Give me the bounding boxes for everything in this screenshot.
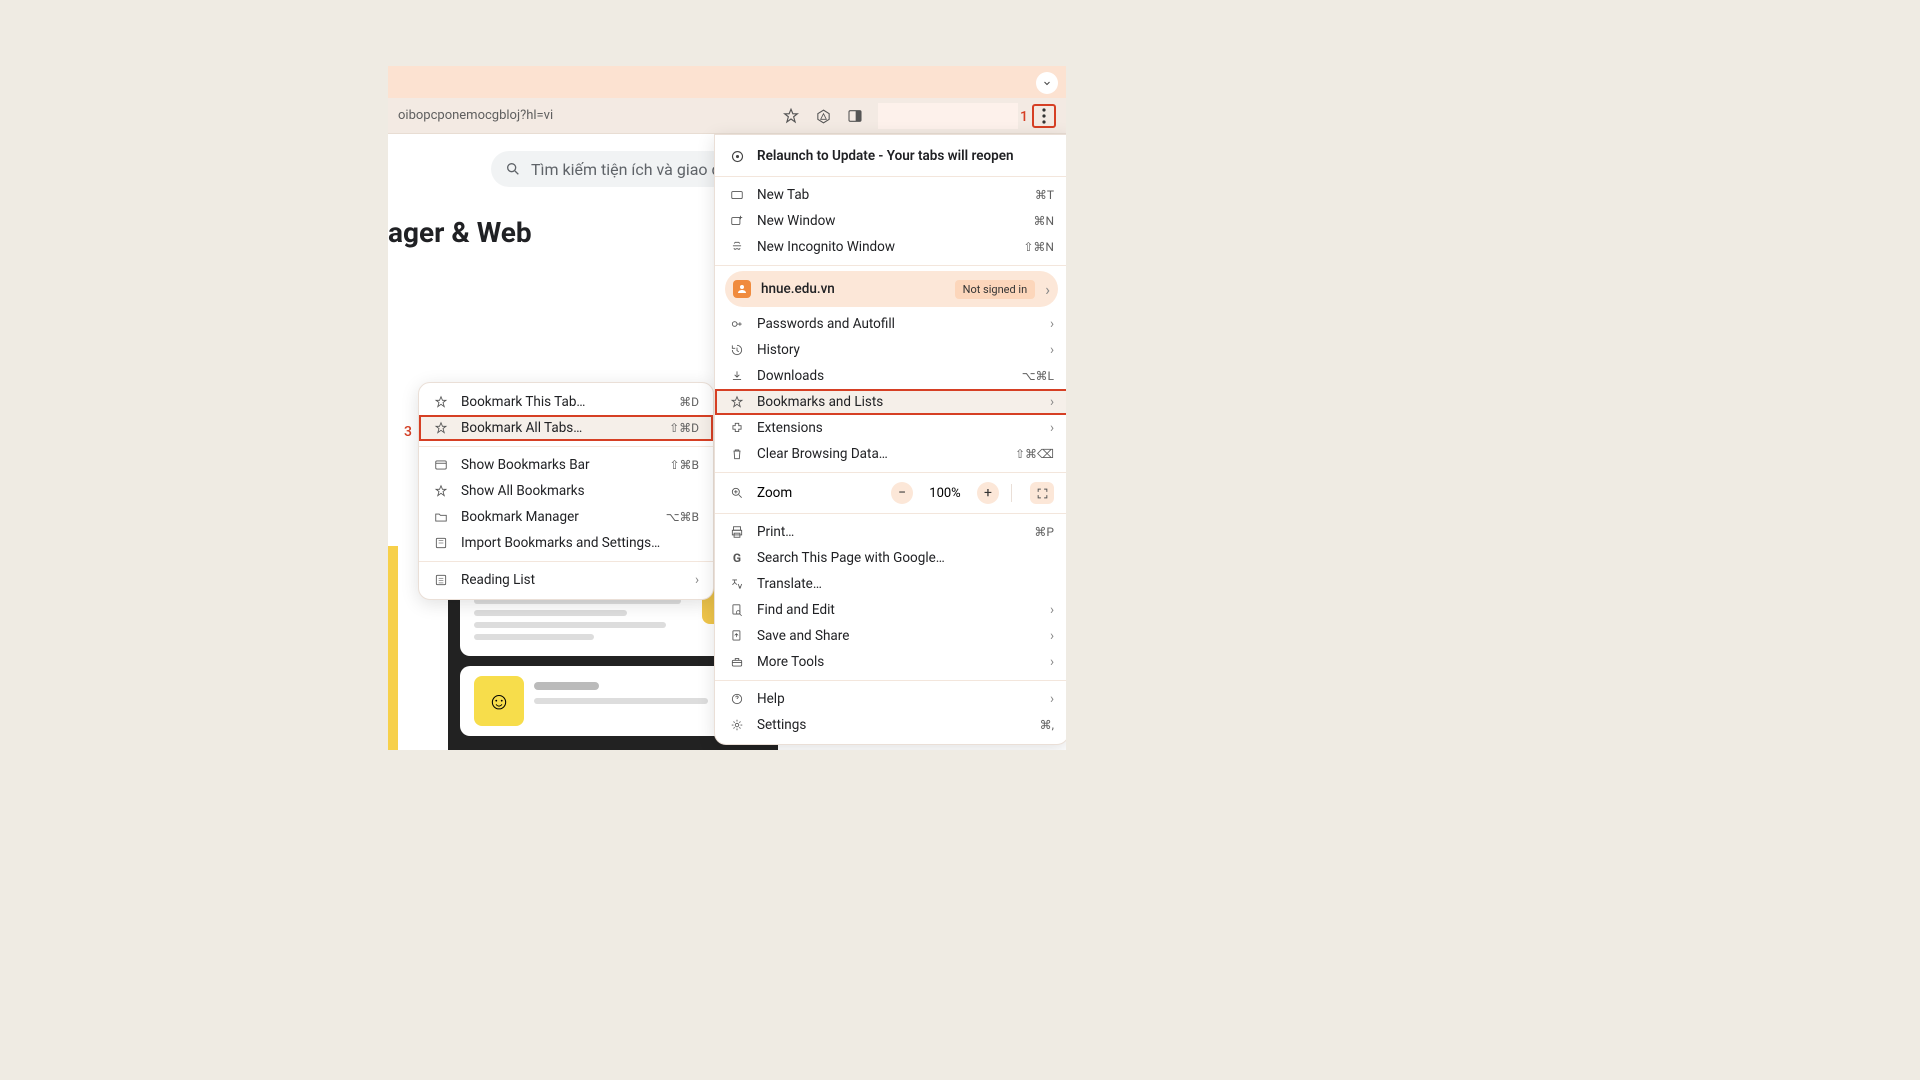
submenu-show-bookmarks-bar[interactable]: Show Bookmarks Bar ⇧⌘B	[419, 452, 713, 478]
menu-save-share[interactable]: Save and Share ›	[715, 623, 1066, 649]
window-icon	[433, 457, 449, 473]
key-icon	[729, 316, 745, 332]
search-icon	[505, 161, 521, 177]
person-icon	[733, 280, 751, 298]
share-icon	[729, 628, 745, 644]
help-icon	[729, 691, 745, 707]
chevron-right-icon: ›	[1050, 342, 1054, 358]
menu-find-edit[interactable]: Find and Edit ›	[715, 597, 1066, 623]
chevron-down-icon	[1041, 77, 1053, 89]
google-icon: G	[729, 550, 745, 566]
search-placeholder: Tìm kiếm tiện ích và giao di	[531, 160, 724, 179]
incognito-icon	[729, 239, 745, 255]
lens-icon[interactable]	[814, 107, 832, 125]
download-icon	[729, 368, 745, 384]
menu-new-window[interactable]: New Window ⌘N	[715, 208, 1066, 234]
trash-icon	[729, 446, 745, 462]
tab-icon	[729, 187, 745, 203]
zoom-value: 100%	[925, 486, 965, 501]
menu-print[interactable]: Print… ⌘P	[715, 519, 1066, 545]
smiley-icon: ☺	[474, 676, 524, 726]
menu-new-tab[interactable]: New Tab ⌘T	[715, 182, 1066, 208]
submenu-show-all-bookmarks[interactable]: Show All Bookmarks	[419, 478, 713, 504]
more-menu-button[interactable]	[1032, 104, 1056, 128]
menu-clear-data[interactable]: Clear Browsing Data… ⇧⌘⌫	[715, 441, 1066, 467]
bookmark-star-icon[interactable]	[782, 107, 800, 125]
annotation-label-1: 1	[1020, 109, 1028, 125]
toolbar-actions	[782, 98, 1056, 134]
zoom-in-button[interactable]: +	[977, 482, 999, 504]
submenu-bookmark-all-tabs[interactable]: Bookmark All Tabs… ⇧⌘D	[419, 415, 713, 441]
signin-status-badge: Not signed in	[955, 280, 1036, 299]
menu-history[interactable]: History ›	[715, 337, 1066, 363]
chevron-right-icon: ›	[1050, 602, 1054, 618]
chevron-right-icon: ›	[1050, 420, 1054, 436]
browser-window: oibopcponemocgbloj?hl=vi 1 2 3 Tìm kiếm …	[388, 66, 1066, 750]
menu-settings[interactable]: Settings ⌘,	[715, 712, 1066, 738]
history-icon	[729, 342, 745, 358]
folder-icon	[433, 509, 449, 525]
menu-zoom-row: Zoom − 100% +	[715, 478, 1066, 508]
print-icon	[729, 524, 745, 540]
menu-bookmarks-lists[interactable]: Bookmarks and Lists ›	[715, 389, 1066, 415]
chevron-right-icon: ›	[1050, 394, 1054, 410]
book-icon	[433, 535, 449, 551]
chevron-right-icon: ›	[1050, 316, 1054, 332]
chevron-right-icon: ›	[1045, 280, 1050, 299]
menu-extensions[interactable]: Extensions ›	[715, 415, 1066, 441]
submenu-reading-list[interactable]: Reading List ›	[419, 567, 713, 593]
bookmarks-submenu: Bookmark This Tab… ⌘D Bookmark All Tabs……	[418, 382, 714, 600]
star-icon	[433, 420, 449, 436]
chevron-right-icon: ›	[695, 572, 699, 588]
panel-icon[interactable]	[846, 107, 864, 125]
submenu-bookmark-manager[interactable]: Bookmark Manager ⌥⌘B	[419, 504, 713, 530]
annotation-label-3: 3	[404, 424, 412, 440]
page-heading: ager & Web	[388, 216, 532, 249]
new-window-icon	[729, 213, 745, 229]
tabs-dropdown-button[interactable]	[1036, 72, 1058, 94]
zoom-icon	[729, 485, 745, 501]
menu-relaunch-update[interactable]: Relaunch to Update - Your tabs will reop…	[715, 141, 1066, 171]
chevron-right-icon: ›	[1050, 628, 1054, 644]
gear-icon	[729, 717, 745, 733]
main-menu: Relaunch to Update - Your tabs will reop…	[714, 134, 1066, 745]
update-icon	[729, 148, 745, 164]
puzzle-icon	[729, 420, 745, 436]
zoom-out-button[interactable]: −	[891, 482, 913, 504]
menu-downloads[interactable]: Downloads ⌥⌘L	[715, 363, 1066, 389]
translate-icon	[729, 576, 745, 592]
menu-translate[interactable]: Translate…	[715, 571, 1066, 597]
chevron-right-icon: ›	[1050, 654, 1054, 670]
menu-profile[interactable]: hnue.edu.vn Not signed in ›	[725, 271, 1058, 307]
profile-chip[interactable]	[878, 103, 1018, 129]
search-doc-icon	[729, 602, 745, 618]
star-icon	[729, 394, 745, 410]
toolbox-icon	[729, 654, 745, 670]
toolbar: oibopcponemocgbloj?hl=vi	[388, 98, 1066, 134]
fullscreen-button[interactable]	[1030, 482, 1054, 504]
submenu-bookmark-this-tab[interactable]: Bookmark This Tab… ⌘D	[419, 389, 713, 415]
menu-incognito[interactable]: New Incognito Window ⇧⌘N	[715, 234, 1066, 260]
chevron-right-icon: ›	[1050, 691, 1054, 707]
menu-help[interactable]: Help ›	[715, 686, 1066, 712]
star-icon	[433, 483, 449, 499]
menu-more-tools[interactable]: More Tools ›	[715, 649, 1066, 675]
tab-strip	[388, 66, 1066, 98]
vertical-dots-icon	[1042, 108, 1046, 124]
menu-search-page-google[interactable]: G Search This Page with Google…	[715, 545, 1066, 571]
menu-passwords[interactable]: Passwords and Autofill ›	[715, 311, 1066, 337]
star-icon	[433, 394, 449, 410]
list-icon	[433, 572, 449, 588]
submenu-import-bookmarks[interactable]: Import Bookmarks and Settings…	[419, 530, 713, 556]
